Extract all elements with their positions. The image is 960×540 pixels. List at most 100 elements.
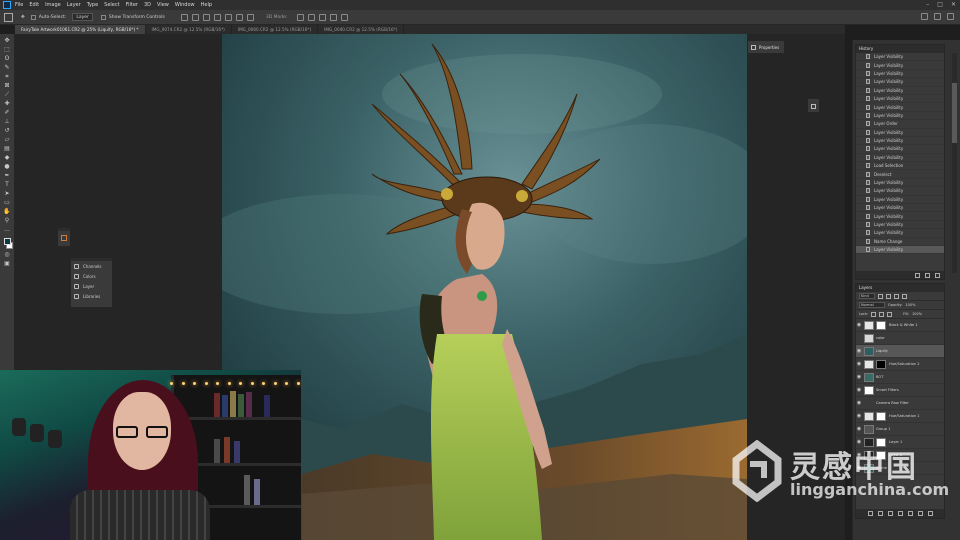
history-state[interactable]: Layer Visibility	[856, 212, 944, 221]
lasso-tool-icon[interactable]: ʘ	[3, 55, 12, 62]
layer-thumbnail[interactable]	[864, 320, 874, 330]
minimize-icon[interactable]: –	[926, 1, 929, 8]
layer-thumbnail[interactable]	[864, 359, 874, 369]
history-state[interactable]: Name Change	[856, 238, 944, 246]
history-brush-tool-icon[interactable]: ↺	[3, 127, 12, 134]
distribute-icon[interactable]	[246, 13, 254, 21]
align-left-icon[interactable]	[180, 13, 188, 21]
history-state[interactable]: Layer Visibility	[856, 137, 944, 146]
filter-shape-icon[interactable]	[902, 293, 907, 299]
lock-all-icon[interactable]	[887, 311, 893, 317]
document-tab[interactable]: FairyTale Artwork01061.CR2 @ 25% (Liquif…	[15, 25, 146, 34]
new-group-icon[interactable]	[907, 511, 913, 516]
move-tool-icon[interactable]: ✥	[21, 15, 25, 20]
auto-select-checkbox[interactable]	[30, 14, 36, 20]
visibility-eye-icon[interactable]: ◉	[856, 361, 862, 367]
photoshop-logo-icon[interactable]	[3, 1, 11, 9]
history-panel-title[interactable]: History	[856, 45, 944, 53]
zoom-tool-icon[interactable]: ⚲	[3, 217, 12, 224]
home-icon[interactable]	[4, 12, 13, 22]
layer-row[interactable]: color	[856, 332, 944, 345]
frame-tool-icon[interactable]: ⊠	[3, 82, 12, 89]
document-tab[interactable]: IMG_0074.CR2 @ 12.5% (RGB/16*)	[146, 25, 232, 34]
layer-mask-thumbnail[interactable]	[876, 320, 886, 330]
camera-icon[interactable]	[925, 272, 930, 278]
history-state[interactable]: Layer Visibility	[856, 61, 944, 70]
filter-pixel-icon[interactable]	[878, 293, 883, 299]
history-state[interactable]: Layer Visibility	[856, 95, 944, 104]
history-state[interactable]: Deselect	[856, 170, 944, 179]
history-state[interactable]: Layer Visibility	[856, 145, 944, 154]
add-mask-icon[interactable]	[887, 511, 893, 516]
adjustment-layer-icon[interactable]	[897, 511, 903, 516]
blur-tool-icon[interactable]: ◆	[3, 154, 12, 161]
history-state[interactable]: Load Selection	[856, 162, 944, 171]
eraser-tool-icon[interactable]: ▱	[3, 136, 12, 143]
healing-brush-tool-icon[interactable]: ✚	[3, 100, 12, 107]
history-state[interactable]: Layer Visibility	[856, 70, 944, 79]
foreground-color-swatch[interactable]	[3, 238, 11, 245]
history-state[interactable]: Layer Visibility	[856, 103, 944, 112]
menu-item[interactable]: File	[15, 2, 23, 8]
auto-select-target-dropdown[interactable]: Layer	[72, 13, 93, 21]
lock-pixels-icon[interactable]	[871, 311, 877, 317]
document-tab[interactable]: IMG_0060.CR2 @ 12.5% (RGB/16*)	[232, 25, 319, 34]
3d-drag-icon[interactable]	[319, 13, 327, 21]
history-state[interactable]: Layer Visibility	[856, 187, 944, 196]
menu-item[interactable]: Image	[45, 2, 61, 8]
dodge-tool-icon[interactable]: ●	[3, 163, 12, 170]
3d-roll-icon[interactable]	[308, 13, 316, 21]
brush-settings-icon[interactable]	[61, 235, 67, 241]
filter-adjust-icon[interactable]	[886, 293, 891, 299]
layer-row[interactable]: ◉ Group 1	[856, 423, 944, 436]
panel-item-libraries[interactable]: Libraries	[71, 291, 112, 301]
menu-item[interactable]: Layer	[67, 2, 81, 8]
panel-item-channels[interactable]: Channels	[71, 261, 112, 271]
layer-row[interactable]: ◉ Hue/Saturation 1	[856, 410, 944, 423]
layer-name[interactable]: Liquify	[876, 349, 888, 353]
transform-controls-checkbox[interactable]	[100, 14, 106, 20]
path-selection-tool-icon[interactable]: ➤	[3, 190, 12, 197]
layer-thumbnail[interactable]	[864, 346, 874, 356]
properties-panel-tab[interactable]: Properties	[747, 40, 785, 54]
pen-tool-icon[interactable]: ✒	[3, 172, 12, 179]
menu-item[interactable]: Help	[201, 2, 212, 8]
quick-mask-icon[interactable]: ◎	[3, 251, 12, 258]
menu-item[interactable]: Filter	[126, 2, 138, 8]
snapshot-icon[interactable]	[915, 272, 920, 278]
move-tool-icon[interactable]: ✥	[3, 37, 12, 44]
visibility-eye-icon[interactable]: ◉	[856, 413, 862, 419]
history-state[interactable]: Layer Visibility	[856, 87, 944, 95]
visibility-eye-icon[interactable]: ◉	[856, 426, 862, 432]
align-right-icon[interactable]	[202, 13, 210, 21]
layer-name[interactable]: Hue/Saturation 1	[889, 414, 920, 418]
layer-name[interactable]: BOT	[876, 375, 883, 379]
history-state[interactable]: Layer Visibility	[856, 129, 944, 137]
filter-type-icon[interactable]	[894, 293, 899, 299]
visibility-eye-icon[interactable]: ◉	[856, 322, 862, 328]
fill-value[interactable]: 100%	[912, 312, 922, 316]
menu-item[interactable]: Edit	[29, 2, 39, 8]
layer-mask-thumbnail[interactable]	[876, 411, 886, 421]
menu-item[interactable]: 3D	[144, 2, 151, 8]
history-state[interactable]: Layer Visibility	[856, 196, 944, 205]
layer-mask-thumbnail[interactable]	[876, 359, 886, 369]
layer-thumbnail[interactable]	[864, 372, 874, 382]
screen-mode-icon[interactable]: ▣	[3, 260, 12, 267]
layer-row[interactable]: ◉ Smart Filters	[856, 384, 944, 397]
layer-name[interactable]: color	[876, 336, 885, 340]
layer-row[interactable]: ◉ BOT	[856, 371, 944, 384]
history-scrollbar[interactable]	[952, 53, 957, 273]
layer-row[interactable]: ◉ Liquify	[856, 345, 944, 358]
rectangle-tool-icon[interactable]: ▭	[3, 199, 12, 206]
maximize-icon[interactable]: □	[937, 1, 943, 8]
visibility-eye-icon[interactable]: ◉	[856, 374, 862, 380]
align-center-icon[interactable]	[191, 13, 199, 21]
align-middle-icon[interactable]	[224, 13, 232, 21]
history-state[interactable]: Layer Visibility	[856, 179, 944, 188]
eyedropper-tool-icon[interactable]: ⟋	[3, 91, 12, 98]
document-tab[interactable]: IMG_0040.CR2 @ 12.5% (RGB/16*)	[318, 25, 405, 34]
layers-panel-title[interactable]: Layers	[856, 284, 944, 292]
layer-thumbnail[interactable]	[864, 385, 874, 395]
visibility-eye-icon[interactable]: ◉	[856, 387, 862, 393]
